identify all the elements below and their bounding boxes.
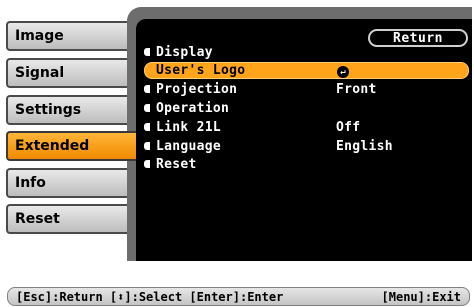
menu-item-link-21l[interactable]: Link 21L Off — [144, 119, 467, 136]
menu-item-label: Operation — [156, 101, 230, 116]
row-marker — [144, 48, 150, 56]
menu-item-reset[interactable]: Reset — [144, 156, 467, 173]
tab-image[interactable]: Image — [6, 21, 137, 51]
help-bar-right: [Menu]:Exit — [381, 289, 461, 304]
tab-info-label: Info — [15, 175, 46, 191]
tab-settings[interactable]: Settings — [6, 95, 137, 125]
menu-item-projection[interactable]: Projection Front — [144, 81, 467, 98]
tab-signal[interactable]: Signal — [6, 58, 137, 88]
help-bar: [Esc]:Return [⬍]:Select [Enter]:Enter [M… — [7, 287, 470, 306]
menu-item-label: User's Logo — [156, 63, 246, 78]
menu-item-operation[interactable]: Operation — [144, 100, 467, 117]
menu-item-label: Display — [156, 45, 213, 60]
menu-item-language[interactable]: Language English — [144, 138, 467, 155]
row-marker — [144, 123, 150, 131]
tab-reset-label: Reset — [15, 211, 60, 227]
menu-item-label: Projection — [156, 82, 238, 97]
tab-settings-label: Settings — [15, 102, 82, 118]
tab-extended[interactable]: Extended — [6, 131, 136, 161]
tab-extended-label: Extended — [15, 138, 90, 154]
row-marker — [144, 160, 150, 168]
tab-info[interactable]: Info — [6, 168, 137, 198]
menu-item-value: English — [336, 139, 393, 154]
tab-image-label: Image — [15, 28, 64, 44]
menu-item-label: Language — [156, 139, 222, 154]
row-marker — [144, 104, 150, 112]
menu-item-users-logo[interactable]: User's Logo ↵ — [144, 62, 469, 79]
menu-item-value: Front — [336, 82, 377, 97]
menu-item-display[interactable]: Display — [144, 44, 467, 61]
tab-reset[interactable]: Reset — [6, 204, 137, 234]
help-bar-left: [Esc]:Return [⬍]:Select [Enter]:Enter — [16, 289, 284, 304]
tab-signal-label: Signal — [15, 65, 65, 81]
menu-item-value: Off — [336, 120, 361, 135]
row-marker — [144, 142, 150, 150]
row-marker — [144, 85, 150, 93]
enter-icon: ↵ — [337, 63, 349, 78]
menu-item-label: Link 21L — [156, 120, 222, 135]
menu-item-label: Reset — [156, 157, 197, 172]
